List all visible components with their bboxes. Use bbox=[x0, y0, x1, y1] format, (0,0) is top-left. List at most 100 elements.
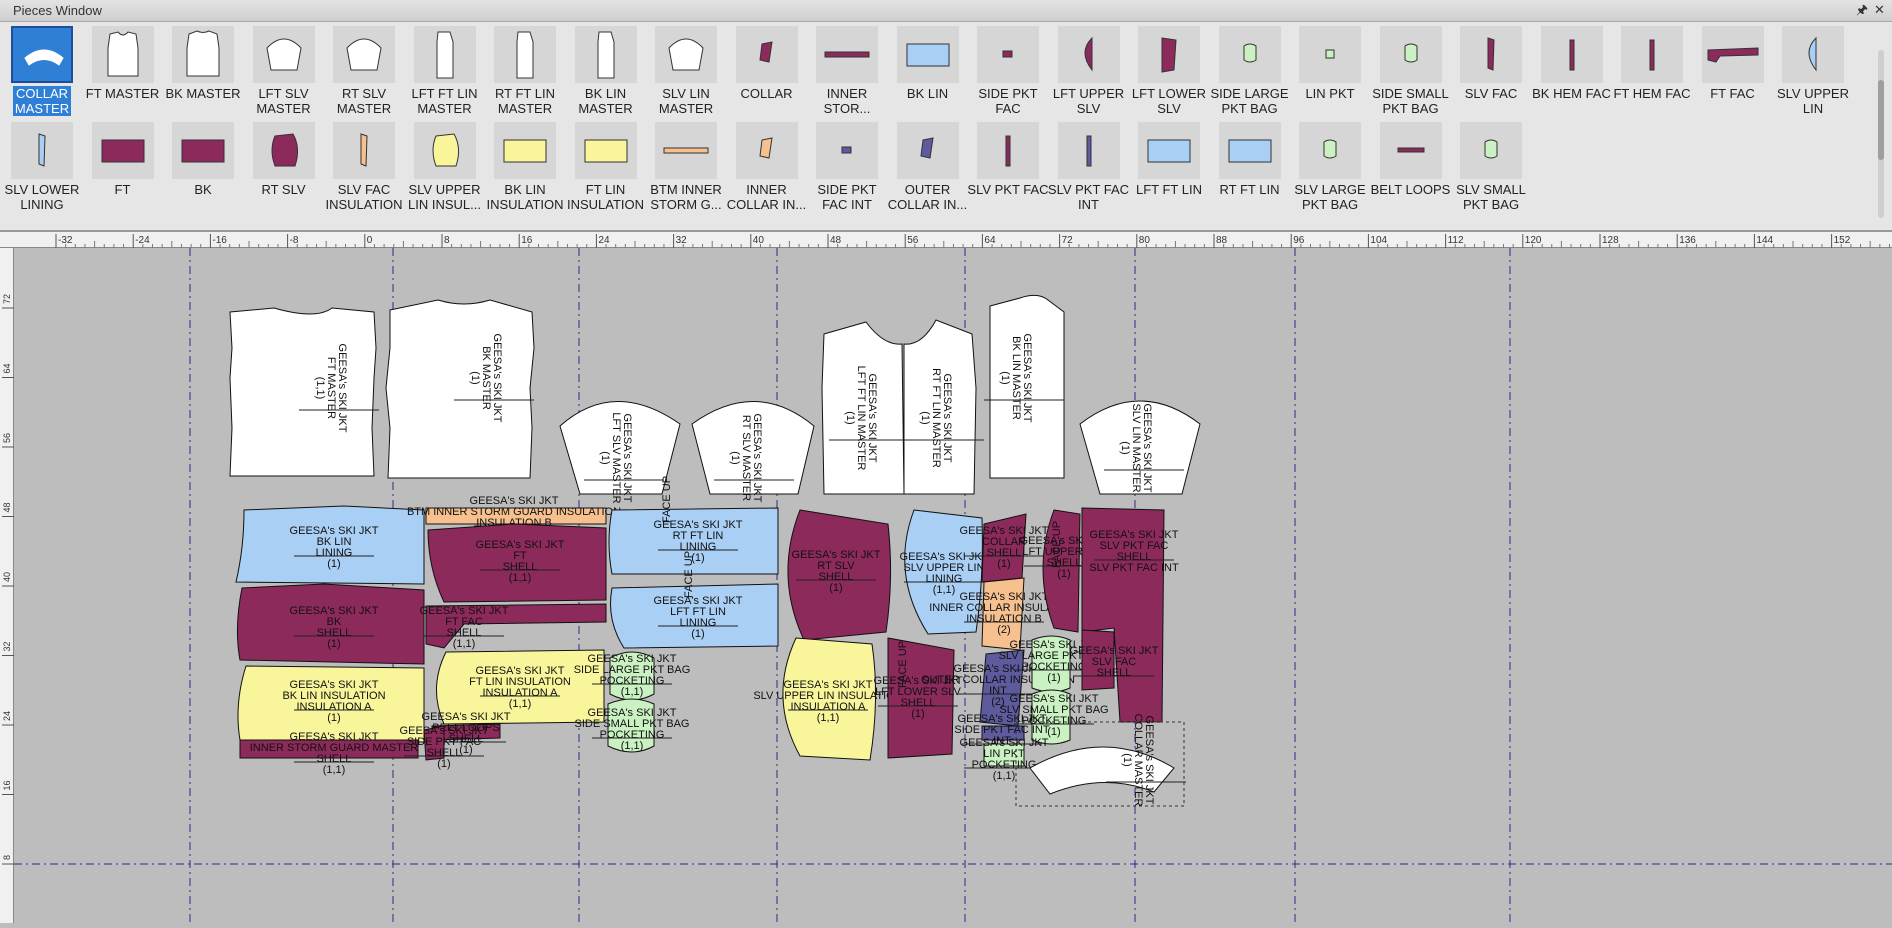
piece-collar[interactable]: COLLAR bbox=[727, 22, 807, 118]
piece-rt-ft-lin[interactable]: RT FT LIN bbox=[1210, 118, 1290, 214]
annotation-line: (1) bbox=[999, 371, 1011, 384]
marker-canvas[interactable]: GEESA's SKI JKTFT MASTER(1,1) GEESA's SKI… bbox=[14, 248, 1892, 923]
piece-rt-slv-master[interactable]: RT SLV MASTER bbox=[324, 22, 404, 118]
piece-btm-inner-storm-g[interactable]: BTM INNER STORM G... bbox=[646, 118, 726, 214]
piece-thumbnail bbox=[977, 26, 1039, 83]
piece-ft-hem-fac[interactable]: FT HEM FAC bbox=[1612, 22, 1692, 118]
piece-outline bbox=[385, 299, 535, 479]
piece-belt-loops[interactable]: BELT LOOPS bbox=[1371, 118, 1451, 214]
piece-bk-hem-fac[interactable]: BK HEM FAC bbox=[1532, 22, 1612, 118]
piece-bk-master[interactable]: BK MASTER bbox=[163, 22, 243, 118]
piece-label: SLV LIN MASTER bbox=[658, 86, 714, 116]
piece-ft-lin-insulation[interactable]: FT LIN INSULATION bbox=[566, 118, 646, 214]
piece-slv-lin-master[interactable]: SLV LIN MASTER bbox=[646, 22, 726, 118]
marker-piece-bk-lin-master[interactable]: GEESA's SKI JKTBK LIN MASTER(1) bbox=[984, 294, 1065, 479]
piece-slv-fac-insulation[interactable]: SLV FAC INSULATION bbox=[324, 118, 404, 214]
annotation-line: (1,1) bbox=[993, 770, 1016, 782]
piece-side-large-pkt-bag[interactable]: SIDE LARGE PKT BAG bbox=[1210, 22, 1290, 118]
piece-thumbnail bbox=[1460, 26, 1522, 83]
ruler-label: -24 bbox=[135, 235, 150, 246]
piece-rt-slv[interactable]: RT SLV bbox=[244, 118, 324, 214]
annotation-line: (1,1) bbox=[314, 377, 326, 400]
marker-piece-lft-ft-lin-master[interactable]: GEESA's SKI JKTLFT FT LIN MASTER(1) bbox=[821, 321, 909, 495]
piece-outline bbox=[229, 307, 377, 477]
window-title: Pieces Window bbox=[13, 3, 102, 18]
ruler-label: 72 bbox=[1062, 235, 1074, 246]
annotation-line: (1) bbox=[327, 712, 340, 724]
piece-bk-lin-master[interactable]: BK LIN MASTER bbox=[566, 22, 646, 118]
piece-slv-lower-lining[interactable]: SLV LOWER LINING bbox=[2, 118, 82, 214]
piece-lft-lower-slv[interactable]: LFT LOWER SLV bbox=[1129, 22, 1209, 118]
annotation-line: (1) bbox=[729, 451, 741, 464]
piece-bk[interactable]: BK bbox=[163, 118, 243, 214]
marker-piece-rt-slv-master[interactable]: GEESA's SKI JKTRT SLV MASTER(1) bbox=[691, 401, 815, 503]
ruler-label: 16 bbox=[2, 780, 12, 790]
marker-piece-side-pkt-fac[interactable]: GEESA's SKI JKT SIDE PKT FAC SHELL (1) bbox=[400, 725, 489, 770]
marker-piece-side-small-pkt-bag[interactable]: GEESA's SKI JKT SIDE SMALL PKT BAG POCKETI… bbox=[575, 698, 690, 753]
piece-lin-pkt[interactable]: LIN PKT bbox=[1290, 22, 1370, 118]
piece-thumbnail bbox=[1218, 122, 1281, 179]
marker-piece-bk-master[interactable]: GEESA's SKI JKTBK MASTER(1) bbox=[385, 299, 535, 479]
piece-label: FT FAC bbox=[1710, 86, 1755, 101]
annotation-line: (1,1) bbox=[453, 638, 476, 650]
marker-piece-ft-fac[interactable]: GEESA's SKI JKT FT FAC SHELL (1,1) bbox=[420, 603, 607, 650]
piece-ft[interactable]: FT bbox=[83, 118, 163, 214]
marker-piece-ft[interactable]: GEESA's SKI JKT FT SHELL (1,1) bbox=[427, 523, 607, 603]
annotation-line: (1,1) bbox=[933, 584, 956, 596]
marker-piece-ft-master[interactable]: GEESA's SKI JKTFT MASTER(1,1) bbox=[229, 307, 379, 477]
piece-ft-fac[interactable]: FT FAC bbox=[1693, 22, 1773, 118]
piece-lft-upper-slv[interactable]: LFT UPPER SLV bbox=[1049, 22, 1129, 118]
piece-thumbnail bbox=[333, 122, 395, 179]
marker-piece-rt-slv[interactable]: GEESA's SKI JKT RT SLV SHELL (1) bbox=[787, 509, 892, 641]
piece-thumbnail bbox=[494, 122, 556, 179]
piece-side-pkt-fac-int[interactable]: SIDE PKT FAC INT bbox=[807, 118, 887, 214]
close-icon[interactable]: ✕ bbox=[1874, 2, 1885, 18]
piece-ft-master[interactable]: FT MASTER bbox=[83, 22, 163, 118]
marker-piece-slv-fac-cluster[interactable]: GEESA's SKI JKT SLV PKT FAC SHELL SLV PKT F… bbox=[1081, 507, 1179, 723]
pin-icon[interactable]: 🖈 bbox=[1856, 2, 1868, 18]
piece-thumbnail bbox=[655, 122, 717, 179]
pieces-panel: COLLAR MASTER FT MASTER BK MASTER LFT SLV M… bbox=[0, 22, 1892, 232]
piece-slv-large-pkt-bag[interactable]: SLV LARGE PKT BAG bbox=[1290, 118, 1370, 214]
vertical-scrollbar[interactable] bbox=[1878, 50, 1884, 218]
ruler-vertical: 726456484032241680 bbox=[0, 248, 14, 928]
piece-rt-ft-lin-master[interactable]: RT FT LIN MASTER bbox=[485, 22, 565, 118]
piece-slv-pkt-fac-int[interactable]: SLV PKT FAC INT bbox=[1048, 118, 1129, 214]
annotation-line: SLV PKT FAC INT bbox=[1089, 562, 1179, 574]
piece-bk-lin[interactable]: BK LIN bbox=[888, 22, 968, 118]
piece-slv-pkt-fac[interactable]: SLV PKT FAC bbox=[967, 118, 1049, 214]
marker-piece-slv-upper-lin-insulation[interactable]: GEESA's SKI JKT SLV UPPER LIN INSULATION I… bbox=[753, 637, 903, 761]
ruler-label: 8 bbox=[2, 855, 12, 860]
piece-label: BK LIN bbox=[906, 86, 949, 101]
piece-slv-upper-lin-insul[interactable]: SLV UPPER LIN INSUL... bbox=[405, 118, 485, 214]
marker-piece-bk[interactable]: GEESA's SKI JKT BK SHELL (1) bbox=[236, 583, 425, 665]
piece-slv-upper-lin[interactable]: SLV UPPER LIN bbox=[1773, 22, 1853, 118]
ruler-label: 112 bbox=[1448, 235, 1464, 246]
ruler-label: 32 bbox=[2, 641, 12, 651]
piece-lft-slv-master[interactable]: LFT SLV MASTER bbox=[244, 22, 324, 118]
marker-piece-bk-lin[interactable]: GEESA's SKI JKT BK LIN LINING (1) bbox=[235, 505, 425, 585]
piece-label: BK LIN INSULATION bbox=[486, 182, 564, 212]
piece-collar-master[interactable]: COLLAR MASTER bbox=[2, 22, 82, 118]
piece-inner-stor[interactable]: INNER STOR... bbox=[807, 22, 887, 118]
ruler-label: 64 bbox=[984, 235, 996, 246]
piece-outer-collar-in[interactable]: OUTER COLLAR IN... bbox=[888, 118, 968, 214]
scrollbar-thumb[interactable] bbox=[1878, 80, 1884, 160]
annotation-line: (1) bbox=[599, 451, 611, 464]
piece-side-small-pkt-bag[interactable]: SIDE SMALL PKT BAG bbox=[1371, 22, 1451, 118]
ruler-label: 24 bbox=[598, 235, 610, 246]
piece-thumbnail bbox=[1540, 26, 1603, 83]
piece-label: FT MASTER bbox=[85, 86, 160, 101]
marker-piece-slv-lin-master[interactable]: GEESA's SKI JKTSLV LIN MASTER(1) bbox=[1079, 400, 1201, 495]
piece-thumbnail bbox=[1621, 26, 1683, 83]
piece-lft-ft-lin[interactable]: LFT FT LIN bbox=[1129, 118, 1209, 214]
piece-slv-small-pkt-bag[interactable]: SLV SMALL PKT BAG bbox=[1451, 118, 1531, 214]
marker-piece-rt-ft-lin-master[interactable]: GEESA's SKI JKTRT FT LIN MASTER(1) bbox=[903, 319, 984, 495]
piece-label: SLV PKT FAC bbox=[967, 182, 1049, 197]
piece-lft-ft-lin-master[interactable]: LFT FT LIN MASTER bbox=[405, 22, 485, 118]
piece-side-pkt-fac[interactable]: SIDE PKT FAC bbox=[968, 22, 1048, 118]
piece-bk-lin-insulation[interactable]: BK LIN INSULATION bbox=[485, 118, 565, 214]
piece-slv-fac[interactable]: SLV FAC bbox=[1451, 22, 1531, 118]
piece-inner-collar-in[interactable]: INNER COLLAR IN... bbox=[727, 118, 807, 214]
piece-thumbnail bbox=[1138, 26, 1200, 83]
